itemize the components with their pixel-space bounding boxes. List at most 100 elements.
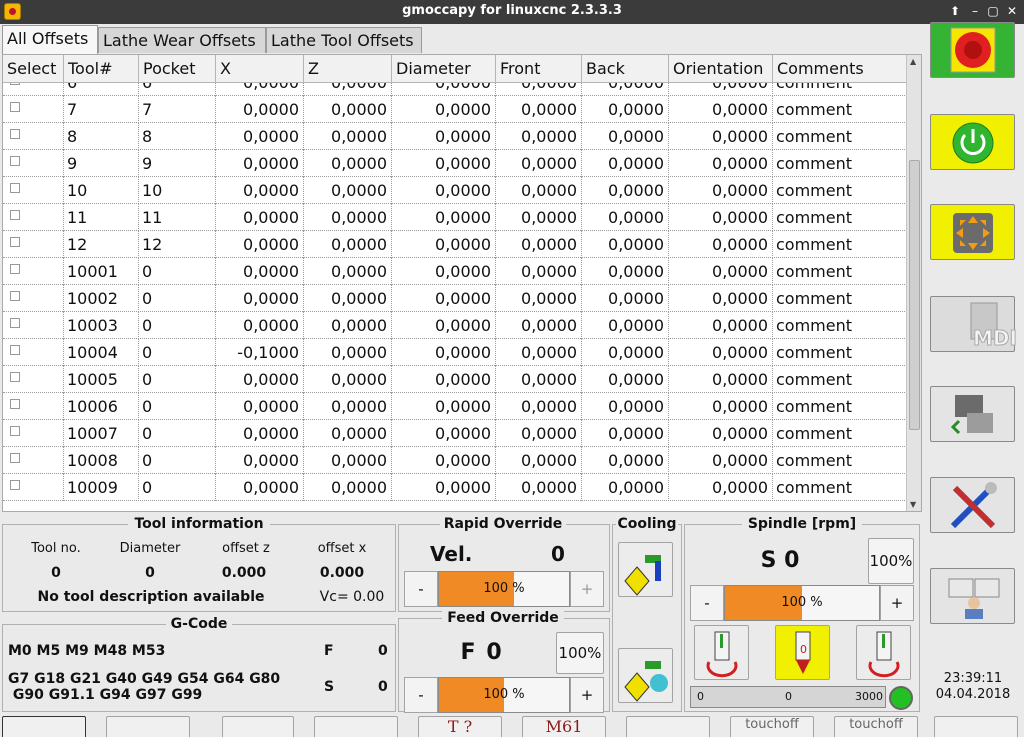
- bottom-button-4[interactable]: [314, 716, 398, 737]
- cell-pocket[interactable]: 8: [139, 123, 216, 150]
- cell-back[interactable]: 0,0000: [582, 285, 669, 312]
- column-header-front[interactable]: Front: [496, 55, 582, 83]
- cell-comments[interactable]: comment: [773, 393, 907, 420]
- cell-x[interactable]: 0,0000: [216, 393, 304, 420]
- cell-comments[interactable]: comment: [773, 474, 907, 501]
- cell-front[interactable]: 0,0000: [496, 474, 582, 501]
- row-select-checkbox[interactable]: [10, 291, 20, 301]
- cell-back[interactable]: 0,0000: [582, 447, 669, 474]
- cell-tool-number[interactable]: 10001: [64, 258, 139, 285]
- cell-tool-number[interactable]: 7: [64, 96, 139, 123]
- column-header-pocket[interactable]: Pocket: [139, 55, 216, 83]
- table-row[interactable]: 10003 0 0,0000 0,0000 0,0000 0,0000 0,0000 0,00…: [3, 312, 907, 339]
- table-row[interactable]: 10006 0 0,0000 0,0000 0,0000 0,0000 0,0000 0,00…: [3, 393, 907, 420]
- cell-comments[interactable]: comment: [773, 204, 907, 231]
- column-header-z[interactable]: Z: [304, 55, 392, 83]
- cell-z[interactable]: 0,0000: [304, 393, 392, 420]
- cell-pocket[interactable]: 0: [139, 393, 216, 420]
- cell-z[interactable]: 0,0000: [304, 204, 392, 231]
- table-row[interactable]: 660,00000,00000,00000,00000,00000,0000co…: [3, 83, 907, 96]
- cell-orientation[interactable]: 0,0000: [669, 83, 773, 96]
- cell-pocket[interactable]: 7: [139, 96, 216, 123]
- cell-x[interactable]: 0,0000: [216, 177, 304, 204]
- cell-orientation[interactable]: 0,0000: [669, 123, 773, 150]
- cell-x[interactable]: 0,0000: [216, 447, 304, 474]
- cell-diameter[interactable]: 0,0000: [392, 150, 496, 177]
- row-select-checkbox[interactable]: [10, 237, 20, 247]
- cell-back[interactable]: 0,0000: [582, 231, 669, 258]
- cell-pocket[interactable]: 0: [139, 339, 216, 366]
- cell-front[interactable]: 0,0000: [496, 96, 582, 123]
- spindle-override-slider[interactable]: 100 %: [724, 585, 880, 621]
- cell-comments[interactable]: comment: [773, 177, 907, 204]
- cell-tool-number[interactable]: 10009: [64, 474, 139, 501]
- cell-z[interactable]: 0,0000: [304, 285, 392, 312]
- bottom-button-1[interactable]: [2, 716, 86, 737]
- cell-z[interactable]: 0,0000: [304, 258, 392, 285]
- cell-comments[interactable]: comment: [773, 312, 907, 339]
- cell-comments[interactable]: comment: [773, 150, 907, 177]
- cell-orientation[interactable]: 0,0000: [669, 393, 773, 420]
- cell-z[interactable]: 0,0000: [304, 312, 392, 339]
- cell-diameter[interactable]: 0,0000: [392, 474, 496, 501]
- cell-orientation[interactable]: 0,0000: [669, 258, 773, 285]
- cell-orientation[interactable]: 0,0000: [669, 339, 773, 366]
- feed-decrease-button[interactable]: -: [404, 677, 438, 713]
- cell-front[interactable]: 0,0000: [496, 258, 582, 285]
- cell-x[interactable]: 0,0000: [216, 83, 304, 96]
- tab-lathe-tool-offsets[interactable]: Lathe Tool Offsets: [266, 27, 422, 53]
- feed-reset-button[interactable]: 100%: [556, 632, 604, 674]
- cell-comments[interactable]: comment: [773, 231, 907, 258]
- cell-orientation[interactable]: 0,0000: [669, 366, 773, 393]
- bottom-button-3[interactable]: [222, 716, 294, 737]
- rapid-decrease-button[interactable]: -: [404, 571, 438, 607]
- cell-z[interactable]: 0,0000: [304, 231, 392, 258]
- cell-orientation[interactable]: 0,0000: [669, 204, 773, 231]
- table-row[interactable]: 7 7 0,0000 0,0000 0,0000 0,0000 0,0000 0,0000 co…: [3, 96, 907, 123]
- row-select-checkbox[interactable]: [10, 102, 20, 112]
- cell-back[interactable]: 0,0000: [582, 339, 669, 366]
- table-row[interactable]: 12 12 0,0000 0,0000 0,0000 0,0000 0,0000 0,0000…: [3, 231, 907, 258]
- column-header-back[interactable]: Back: [582, 55, 669, 83]
- scrollbar-thumb[interactable]: [909, 160, 920, 430]
- cell-diameter[interactable]: 0,0000: [392, 447, 496, 474]
- row-select-checkbox[interactable]: [10, 399, 20, 409]
- column-header-diameter[interactable]: Diameter: [392, 55, 496, 83]
- tool-change-button[interactable]: T ?: [418, 716, 502, 737]
- cell-x[interactable]: -0,1000: [216, 339, 304, 366]
- cell-diameter[interactable]: 0,0000: [392, 312, 496, 339]
- row-select-checkbox[interactable]: [10, 83, 20, 85]
- cell-z[interactable]: 0,0000: [304, 96, 392, 123]
- cell-orientation[interactable]: 0,0000: [669, 312, 773, 339]
- cell-front[interactable]: 0,0000: [496, 366, 582, 393]
- cell-pocket[interactable]: 0: [139, 366, 216, 393]
- rapid-increase-button[interactable]: +: [570, 571, 604, 607]
- spindle-ccw-button[interactable]: [694, 625, 749, 680]
- cell-diameter[interactable]: 0,0000: [392, 366, 496, 393]
- cell-z[interactable]: 0,0000: [304, 83, 392, 96]
- minimize-icon[interactable]: –: [967, 3, 983, 20]
- cell-diameter[interactable]: 0,0000: [392, 393, 496, 420]
- cell-comments[interactable]: comment: [773, 447, 907, 474]
- cell-diameter[interactable]: 0,0000: [392, 123, 496, 150]
- cell-pocket[interactable]: 12: [139, 231, 216, 258]
- cell-pocket[interactable]: 0: [139, 258, 216, 285]
- cell-tool-number[interactable]: 10004: [64, 339, 139, 366]
- cell-diameter[interactable]: 0,0000: [392, 285, 496, 312]
- cell-z[interactable]: 0,0000: [304, 123, 392, 150]
- table-row[interactable]: 9 9 0,0000 0,0000 0,0000 0,0000 0,0000 0,0000 co…: [3, 150, 907, 177]
- cell-diameter[interactable]: 0,0000: [392, 177, 496, 204]
- tab-lathe-wear-offsets[interactable]: Lathe Wear Offsets: [98, 27, 266, 53]
- cell-back[interactable]: 0,0000: [582, 393, 669, 420]
- cell-x[interactable]: 0,0000: [216, 312, 304, 339]
- table-row[interactable]: 10004 0 -0,1000 0,0000 0,0000 0,0000 0,0000 0,0…: [3, 339, 907, 366]
- cell-x[interactable]: 0,0000: [216, 204, 304, 231]
- tab-all-offsets[interactable]: All Offsets: [2, 25, 98, 55]
- cell-orientation[interactable]: 0,0000: [669, 96, 773, 123]
- cell-x[interactable]: 0,0000: [216, 96, 304, 123]
- cell-pocket[interactable]: 6: [139, 83, 216, 96]
- flood-coolant-button[interactable]: [618, 542, 673, 597]
- cell-comments[interactable]: comment: [773, 123, 907, 150]
- spindle-increase-button[interactable]: +: [880, 585, 914, 621]
- cell-orientation[interactable]: 0,0000: [669, 177, 773, 204]
